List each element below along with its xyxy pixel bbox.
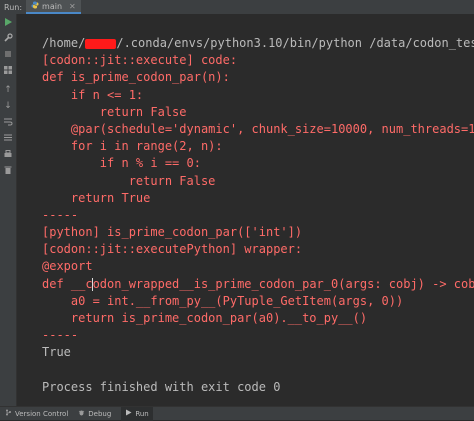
console-line: @par(schedule='dynamic', chunk_size=1000…	[42, 121, 474, 136]
version-control-tab[interactable]: Version Control	[5, 407, 68, 421]
console-line: return False	[42, 173, 216, 188]
arrow-up-icon[interactable]: ↑	[3, 85, 13, 95]
run-icon	[125, 409, 132, 418]
bottom-tool-bar: Version Control Debug Run	[0, 406, 474, 421]
wrench-icon[interactable]	[3, 33, 13, 43]
console-line: a0 = int.__from_py__(PyTuple_GetItem(arg…	[42, 293, 404, 308]
debug-tab[interactable]: Debug	[78, 407, 111, 421]
soft-wrap-icon[interactable]	[3, 117, 13, 127]
command-path-suffix: /.conda/envs/python3.10/bin/python /data…	[116, 36, 474, 50]
caret-before: def __c	[42, 276, 93, 291]
python-icon	[31, 1, 39, 11]
console-line: [python] is_prime_codon_par(['int'])	[42, 225, 303, 240]
run-toolbar: ↑ ↓	[0, 14, 17, 406]
command-path-prefix: /home/	[42, 36, 86, 50]
run-label: Run	[135, 409, 149, 418]
run-tab[interactable]: Run	[121, 406, 153, 421]
console-line: [codon::jit::execute] code:	[42, 53, 238, 68]
close-icon[interactable]: ✕	[69, 2, 76, 11]
tab-main[interactable]: main ✕	[26, 0, 81, 14]
console-line: [codon::jit::executePython] wrapper:	[42, 242, 303, 257]
scroll-to-end-icon[interactable]	[3, 133, 13, 143]
console-line-with-caret: def __codon_wrapped__is_prime_codon_par_…	[42, 276, 474, 293]
run-tool-window-header: Run: main ✕	[0, 0, 474, 15]
branch-icon	[5, 409, 12, 418]
console-line: True	[42, 345, 71, 360]
console-line: return is_prime_codon_par(a0).__to_py__(…	[42, 311, 368, 325]
console-line: return True	[42, 190, 151, 205]
rerun-icon[interactable]	[3, 17, 13, 27]
console-line: def is_prime_codon_par(n):	[42, 70, 230, 85]
command-line: /home/ /.conda/envs/python3.10/bin/python…	[42, 35, 474, 52]
console-line: return False	[42, 104, 187, 119]
layout-icon[interactable]	[3, 65, 13, 75]
stop-icon[interactable]	[3, 49, 13, 59]
console-line: if n % i == 0:	[42, 156, 201, 171]
trash-icon[interactable]	[3, 165, 13, 175]
print-icon[interactable]	[3, 149, 13, 159]
tab-main-label: main	[42, 1, 63, 11]
console-output[interactable]: /home/ /.conda/envs/python3.10/bin/python…	[17, 14, 474, 406]
process-finished-line: Process finished with exit code 0	[42, 379, 281, 394]
version-control-label: Version Control	[15, 409, 69, 418]
tool-window-title: Run:	[4, 2, 23, 12]
caret-after: odon_wrapped__is_prime_codon_par_0(args:…	[92, 276, 474, 291]
bug-icon	[78, 409, 85, 418]
console-line: -----	[42, 207, 79, 222]
console-line: if n <= 1:	[42, 87, 144, 102]
redacted-username	[85, 38, 117, 49]
console-line: for i in range(2, n):	[42, 139, 223, 154]
console-line: -----	[42, 328, 79, 343]
debug-label: Debug	[88, 409, 112, 418]
console-line: @export	[42, 259, 93, 274]
arrow-down-icon[interactable]: ↓	[3, 101, 13, 111]
